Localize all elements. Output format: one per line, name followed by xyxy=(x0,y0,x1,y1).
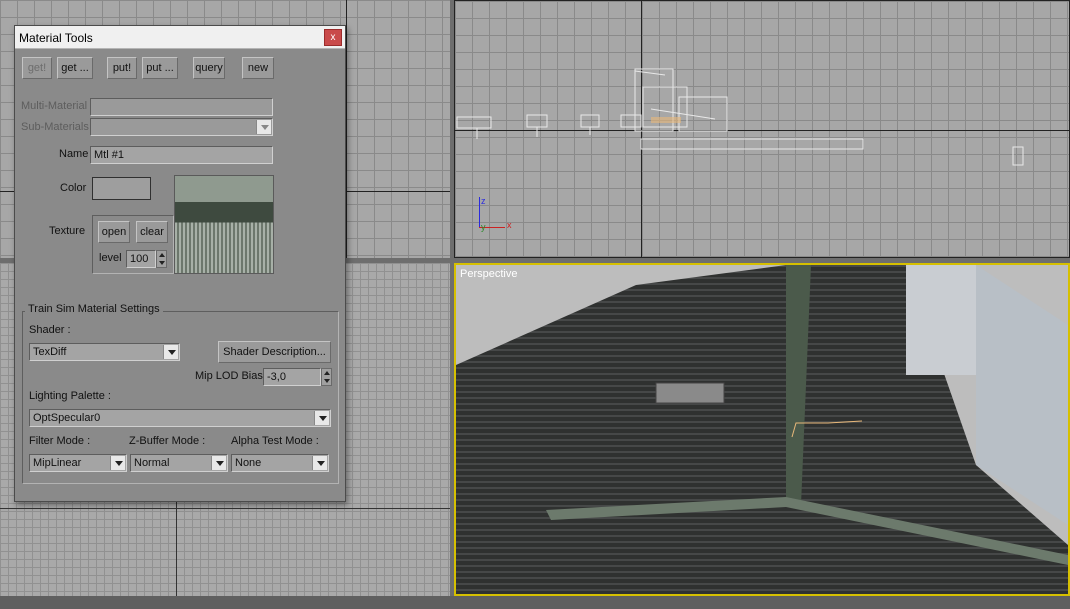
chevron-down-icon xyxy=(312,456,327,470)
name-label: Name xyxy=(59,148,89,160)
mip-lod-bias-label: Mip LOD Bias xyxy=(195,370,263,382)
zbuffer-mode-label: Z-Buffer Mode : xyxy=(129,435,206,447)
alpha-test-mode-value: None xyxy=(235,457,262,469)
query-button[interactable]: query xyxy=(193,57,225,79)
color-label: Color xyxy=(60,182,87,194)
color-swatch[interactable] xyxy=(92,177,151,200)
viewport-label[interactable]: Perspective xyxy=(460,268,517,280)
shader-label: Shader : xyxy=(29,324,71,336)
sub-materials-dropdown[interactable] xyxy=(90,118,273,136)
viewport-axis-line xyxy=(346,0,347,258)
lighting-palette-value: OptSpecular0 xyxy=(33,412,101,424)
multi-material-field[interactable] xyxy=(90,98,273,116)
level-spinner[interactable] xyxy=(156,250,167,268)
new-button[interactable]: new xyxy=(242,57,274,79)
name-input[interactable]: Mtl #1 xyxy=(90,146,273,164)
chevron-down-icon xyxy=(256,120,271,134)
viewport-top-right[interactable]: z y x xyxy=(454,0,1070,258)
sub-materials-label: Sub-Materials xyxy=(21,121,89,133)
wireframe-model xyxy=(456,68,1024,166)
filter-mode-dropdown[interactable]: MipLinear xyxy=(29,454,127,472)
clear-texture-button[interactable]: clear xyxy=(136,221,168,243)
chevron-down-icon xyxy=(211,456,226,470)
train-sim-group-title: Train Sim Material Settings xyxy=(25,303,163,315)
level-label: level xyxy=(99,252,122,264)
lighting-palette-label: Lighting Palette : xyxy=(29,390,111,402)
put-more-button[interactable]: put ... xyxy=(142,57,178,79)
close-button[interactable]: x xyxy=(324,29,342,46)
shader-value: TexDiff xyxy=(33,346,67,358)
chevron-down-icon xyxy=(110,456,125,470)
shader-description-button[interactable]: Shader Description... xyxy=(218,341,331,363)
put-button[interactable]: put! xyxy=(107,57,137,79)
mip-lod-bias-spinner[interactable] xyxy=(321,368,332,386)
mip-lod-bias-input[interactable]: -3,0 xyxy=(263,368,321,386)
texture-label: Texture xyxy=(49,225,86,237)
status-strip xyxy=(0,596,1070,609)
alpha-test-mode-label: Alpha Test Mode : xyxy=(231,435,319,447)
zbuffer-mode-dropdown[interactable]: Normal xyxy=(130,454,228,472)
dialog-titlebar[interactable]: Material Tools x xyxy=(15,26,345,49)
shader-dropdown[interactable]: TexDiff xyxy=(29,343,180,361)
axis-z-label: z xyxy=(481,196,486,206)
level-input[interactable]: 100 xyxy=(126,250,156,268)
axis-x-label: x xyxy=(507,220,512,230)
alpha-test-mode-dropdown[interactable]: None xyxy=(231,454,329,472)
open-texture-button[interactable]: open xyxy=(98,221,130,243)
filter-mode-label: Filter Mode : xyxy=(29,435,91,447)
zbuffer-mode-value: Normal xyxy=(134,457,170,469)
lighting-palette-dropdown[interactable]: OptSpecular0 xyxy=(29,409,331,427)
viewport-perspective[interactable]: Perspective xyxy=(454,263,1070,596)
viewport-axis-line xyxy=(0,508,450,509)
axis-gizmo-z xyxy=(479,197,480,227)
material-tools-dialog: Material Tools x get! get ... put! put .… xyxy=(14,25,346,502)
get-button[interactable]: get! xyxy=(22,57,52,79)
filter-mode-value: MipLinear xyxy=(33,457,82,469)
chevron-down-icon xyxy=(163,345,178,359)
get-more-button[interactable]: get ... xyxy=(57,57,93,79)
dialog-title: Material Tools xyxy=(19,31,93,45)
perspective-scene xyxy=(456,265,1068,594)
texture-preview xyxy=(174,175,274,274)
multi-material-label: Multi-Material xyxy=(21,100,88,112)
axis-y-label: y xyxy=(481,222,486,232)
chevron-down-icon xyxy=(314,411,329,425)
